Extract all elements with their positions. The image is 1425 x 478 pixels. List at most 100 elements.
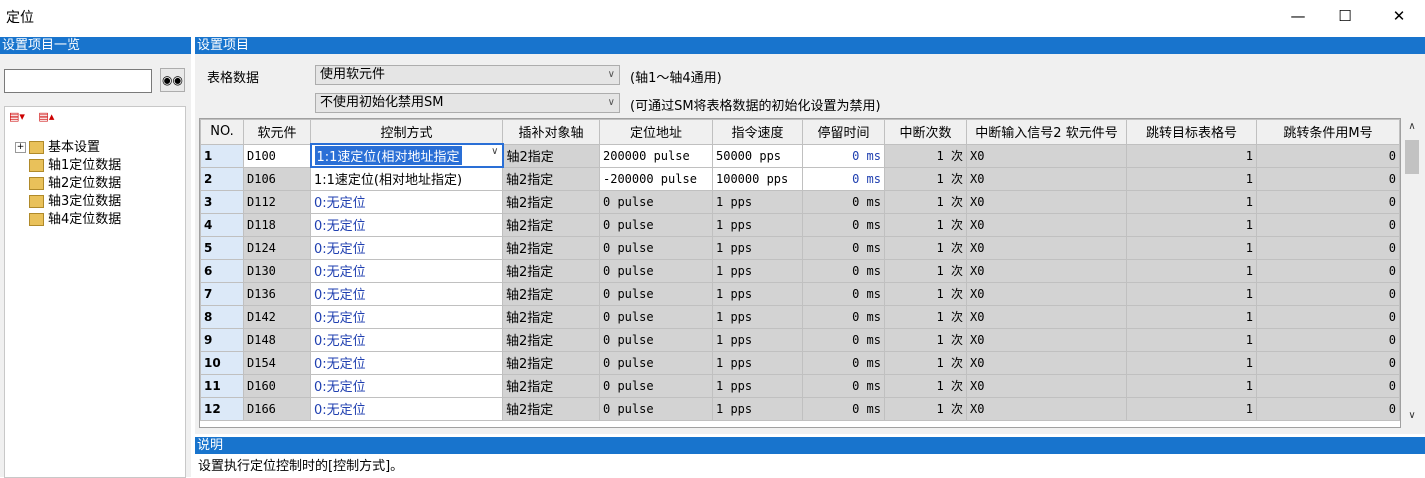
cell-count[interactable]: 1 次 — [884, 281, 967, 306]
cell-interp-axis[interactable]: 轴2指定 — [502, 350, 600, 375]
cell-speed[interactable]: 100000 pps — [712, 166, 803, 191]
cell-speed[interactable]: 1 pps — [712, 258, 803, 283]
cell-address[interactable]: 0 pulse — [599, 350, 713, 375]
col-interp-axis[interactable]: 插补对象轴 — [502, 119, 600, 145]
cell-no[interactable]: 3 — [200, 189, 244, 214]
cell-jump-m[interactable]: 0 — [1256, 373, 1400, 398]
cell-address[interactable]: 200000 pulse — [599, 143, 713, 168]
cell-dwell[interactable]: 0 ms — [802, 189, 885, 214]
cell-jump-m[interactable]: 0 — [1256, 189, 1400, 214]
cell-count[interactable]: 1 次 — [884, 396, 967, 421]
tree-item-basic-settings[interactable]: + 基本设置 — [15, 139, 121, 157]
cell-jump-table[interactable]: 1 — [1126, 327, 1257, 352]
cell-jump-m[interactable]: 0 — [1256, 281, 1400, 306]
cell-speed[interactable]: 50000 pps — [712, 143, 803, 168]
cell-jump-m[interactable]: 0 — [1256, 350, 1400, 375]
cell-no[interactable]: 7 — [200, 281, 244, 306]
cell-dwell[interactable]: 0 ms — [802, 304, 885, 329]
cell-interrupt-signal[interactable]: X0 — [966, 189, 1127, 214]
cell-device[interactable]: D154 — [243, 350, 311, 375]
cell-count[interactable]: 1 次 — [884, 304, 967, 329]
cell-dwell[interactable]: 0 ms — [802, 327, 885, 352]
cell-interp-axis[interactable]: 轴2指定 — [502, 235, 600, 260]
cell-count[interactable]: 1 次 — [884, 212, 967, 237]
cell-jump-m[interactable]: 0 — [1256, 212, 1400, 237]
cell-address[interactable]: 0 pulse — [599, 258, 713, 283]
cell-interrupt-signal[interactable]: X0 — [966, 212, 1127, 237]
cell-dwell[interactable]: 0 ms — [802, 166, 885, 191]
cell-control-mode[interactable]: 0:无定位 — [310, 304, 503, 329]
cell-device[interactable]: D136 — [243, 281, 311, 306]
device-combo[interactable]: 使用软元件 ∨ — [315, 65, 620, 85]
cell-dwell[interactable]: 0 ms — [802, 212, 885, 237]
cell-dwell[interactable]: 0 ms — [802, 373, 885, 398]
cell-device[interactable]: D106 — [243, 166, 311, 191]
cell-device[interactable]: D166 — [243, 396, 311, 421]
search-input[interactable] — [4, 69, 152, 93]
cell-device[interactable]: D100 — [243, 143, 311, 168]
cell-control-mode[interactable]: 0:无定位 — [310, 373, 503, 398]
cell-speed[interactable]: 1 pps — [712, 212, 803, 237]
cell-interp-axis[interactable]: 轴2指定 — [502, 212, 600, 237]
scroll-up-icon[interactable]: ∧ — [1403, 121, 1421, 132]
tree-item-axis1[interactable]: 轴1定位数据 — [15, 157, 121, 175]
cell-speed[interactable]: 1 pps — [712, 304, 803, 329]
cell-jump-table[interactable]: 1 — [1126, 189, 1257, 214]
cell-control-mode[interactable]: 0:无定位 — [310, 189, 503, 214]
maximize-button[interactable]: ☐ — [1322, 0, 1368, 32]
cell-interrupt-signal[interactable]: X0 — [966, 373, 1127, 398]
cell-address[interactable]: 0 pulse — [599, 281, 713, 306]
cell-no[interactable]: 5 — [200, 235, 244, 260]
cell-address[interactable]: -200000 pulse — [599, 166, 713, 191]
cell-jump-m[interactable]: 0 — [1256, 235, 1400, 260]
col-interrupt-signal[interactable]: 中断输入信号2 软元件号 — [966, 119, 1127, 145]
cell-jump-table[interactable]: 1 — [1126, 212, 1257, 237]
cell-device[interactable]: D160 — [243, 373, 311, 398]
cell-jump-m[interactable]: 0 — [1256, 143, 1400, 168]
cell-count[interactable]: 1 次 — [884, 258, 967, 283]
cell-interrupt-signal[interactable]: X0 — [966, 258, 1127, 283]
cell-dwell[interactable]: 0 ms — [802, 235, 885, 260]
minimize-button[interactable]: — — [1275, 0, 1321, 32]
cell-speed[interactable]: 1 pps — [712, 235, 803, 260]
cell-no[interactable]: 10 — [200, 350, 244, 375]
col-address[interactable]: 定位地址 — [599, 119, 713, 145]
cell-speed[interactable]: 1 pps — [712, 281, 803, 306]
cell-dwell[interactable]: 0 ms — [802, 396, 885, 421]
cell-jump-table[interactable]: 1 — [1126, 373, 1257, 398]
cell-interrupt-signal[interactable]: X0 — [966, 304, 1127, 329]
cell-count[interactable]: 1 次 — [884, 143, 967, 168]
vertical-scrollbar[interactable]: ∧ ∨ — [1403, 118, 1421, 428]
cell-dwell[interactable]: 0 ms — [802, 258, 885, 283]
cell-interp-axis[interactable]: 轴2指定 — [502, 258, 600, 283]
cell-no[interactable]: 4 — [200, 212, 244, 237]
cell-device[interactable]: D124 — [243, 235, 311, 260]
expand-all-icon[interactable]: ▤▾ — [9, 110, 25, 123]
cell-interrupt-signal[interactable]: X0 — [966, 235, 1127, 260]
cell-address[interactable]: 0 pulse — [599, 189, 713, 214]
cell-jump-table[interactable]: 1 — [1126, 281, 1257, 306]
cell-jump-m[interactable]: 0 — [1256, 396, 1400, 421]
cell-dwell[interactable]: 0 ms — [802, 143, 885, 168]
col-dwell[interactable]: 停留时间 — [802, 119, 885, 145]
cell-jump-table[interactable]: 1 — [1126, 304, 1257, 329]
cell-count[interactable]: 1 次 — [884, 350, 967, 375]
cell-control-mode[interactable]: 0:无定位 — [310, 212, 503, 237]
cell-interp-axis[interactable]: 轴2指定 — [502, 396, 600, 421]
cell-interrupt-signal[interactable]: X0 — [966, 327, 1127, 352]
cell-control-mode[interactable]: 1:1速定位(相对地址指定) — [310, 166, 503, 191]
cell-no[interactable]: 11 — [200, 373, 244, 398]
cell-interp-axis[interactable]: 轴2指定 — [502, 281, 600, 306]
cell-speed[interactable]: 1 pps — [712, 373, 803, 398]
col-control-mode[interactable]: 控制方式 — [310, 119, 503, 145]
cell-interrupt-signal[interactable]: X0 — [966, 143, 1127, 168]
tree-item-axis3[interactable]: 轴3定位数据 — [15, 193, 121, 211]
cell-interp-axis[interactable]: 轴2指定 — [502, 166, 600, 191]
cell-control-mode[interactable]: 0:无定位 — [310, 281, 503, 306]
cell-no[interactable]: 12 — [200, 396, 244, 421]
cell-control-mode[interactable]: 0:无定位 — [310, 327, 503, 352]
scroll-down-icon[interactable]: ∨ — [1403, 410, 1421, 421]
cell-device[interactable]: D148 — [243, 327, 311, 352]
cell-device[interactable]: D112 — [243, 189, 311, 214]
cell-count[interactable]: 1 次 — [884, 235, 967, 260]
